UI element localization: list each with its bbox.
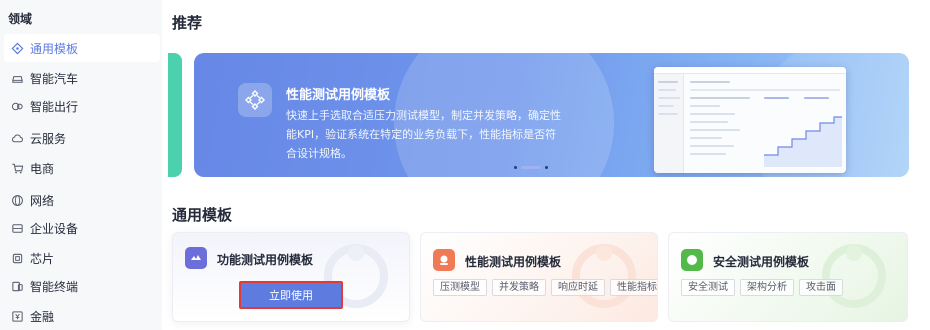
sidebar-item-label: 芯片 [30,251,55,266]
page: 领域 通用模板 智能汽车 智能出行 云服务 电商 网络 企业设备 芯片 智能终端… [0,0,930,330]
tag: 性能指标 [610,279,657,296]
sidebar-item-label: 通用模板 [30,41,79,56]
sidebar-item-label: 智能出行 [30,99,79,114]
cart-icon [10,161,24,175]
globe-icon [10,193,24,207]
tag-list: 安全测试 架构分析 攻击面 [681,279,843,296]
diamond-icon [10,41,24,55]
cloud-icon [10,131,24,145]
sidebar-item-cloud[interactable]: 云服务 [4,124,160,152]
carousel-indicator[interactable] [514,166,548,169]
performance-test-icon [433,249,455,271]
tag-list: 压测模型 并发策略 响应时延 性能指标 [433,279,657,296]
template-preview-image [654,67,846,173]
sidebar-item-label: 网络 [30,193,55,208]
recommend-banner[interactable]: 性能测试用例模板 快速上手选取合适压力测试模型，制定并发策略，确定性能KPI，验… [194,53,909,177]
performance-template-icon [238,83,272,117]
tag: 安全测试 [681,279,735,296]
tag: 架构分析 [740,279,794,296]
sidebar-item-label: 金融 [30,309,55,324]
card-title: 安全测试用例模板 [713,255,810,269]
car-icon [10,71,24,85]
use-now-button[interactable]: 立即使用 [239,281,343,309]
sidebar-item-label: 电商 [30,161,55,176]
card-decoration-icon [822,244,886,308]
tag: 并发策略 [492,279,546,296]
sidebar-item-smart-terminal[interactable]: 智能终端 [4,272,160,300]
sidebar-title: 领域 [8,12,33,26]
template-card-performance-test[interactable]: 性能测试用例模板 压测模型 并发策略 响应时延 性能指标 [420,232,658,322]
carousel-dot[interactable] [514,166,517,169]
sidebar-item-label: 智能终端 [30,279,79,294]
sidebar-item-smart-travel[interactable]: 智能出行 [4,92,160,120]
sidebar-item-chip[interactable]: 芯片 [4,244,160,272]
security-test-icon [681,249,703,271]
card-title: 性能测试用例模板 [465,255,562,269]
sidebar-item-general[interactable]: 通用模板 [4,34,160,62]
sidebar-item-finance[interactable]: 金融 [4,302,160,330]
template-card-function-test[interactable]: 功能测试用例模板 立即使用 [172,232,410,322]
sidebar-item-label: 智能汽车 [30,71,79,86]
tag: 攻击面 [799,279,843,296]
banner-title: 性能测试用例模板 [286,88,391,103]
device-icon [10,279,24,293]
function-test-icon [185,247,207,269]
chip-icon [10,251,24,265]
general-templates-title: 通用模板 [172,206,233,224]
sidebar-item-enterprise-device[interactable]: 企业设备 [4,214,160,242]
sidebar-item-label: 企业设备 [30,221,79,236]
previous-slide-peek[interactable] [168,53,182,177]
template-card-security-test[interactable]: 安全测试用例模板 安全测试 架构分析 攻击面 [668,232,908,322]
finance-icon [10,309,24,323]
card-title: 功能测试用例模板 [217,253,314,267]
server-icon [10,221,24,235]
travel-icon [10,99,24,113]
card-decoration-icon [572,244,636,308]
carousel-dot[interactable] [545,166,548,169]
recommend-title: 推荐 [172,14,203,32]
sidebar-item-ecommerce[interactable]: 电商 [4,154,160,182]
carousel-dot-active[interactable] [521,166,541,169]
tag: 压测模型 [433,279,487,296]
sidebar: 领域 通用模板 智能汽车 智能出行 云服务 电商 网络 企业设备 芯片 智能终端… [0,0,162,330]
sidebar-item-label: 云服务 [30,131,67,146]
sidebar-item-network[interactable]: 网络 [4,186,160,214]
tag: 响应时延 [551,279,605,296]
main-content: 推荐 性能测试用例模板 快速上手选取合适压力测试模型，制定并发策略，确定性能KP… [162,0,930,330]
sidebar-item-smart-car[interactable]: 智能汽车 [4,64,160,92]
banner-description: 快速上手选取合适压力测试模型，制定并发策略，确定性能KPI，验证系统在特定的业务… [286,109,561,160]
